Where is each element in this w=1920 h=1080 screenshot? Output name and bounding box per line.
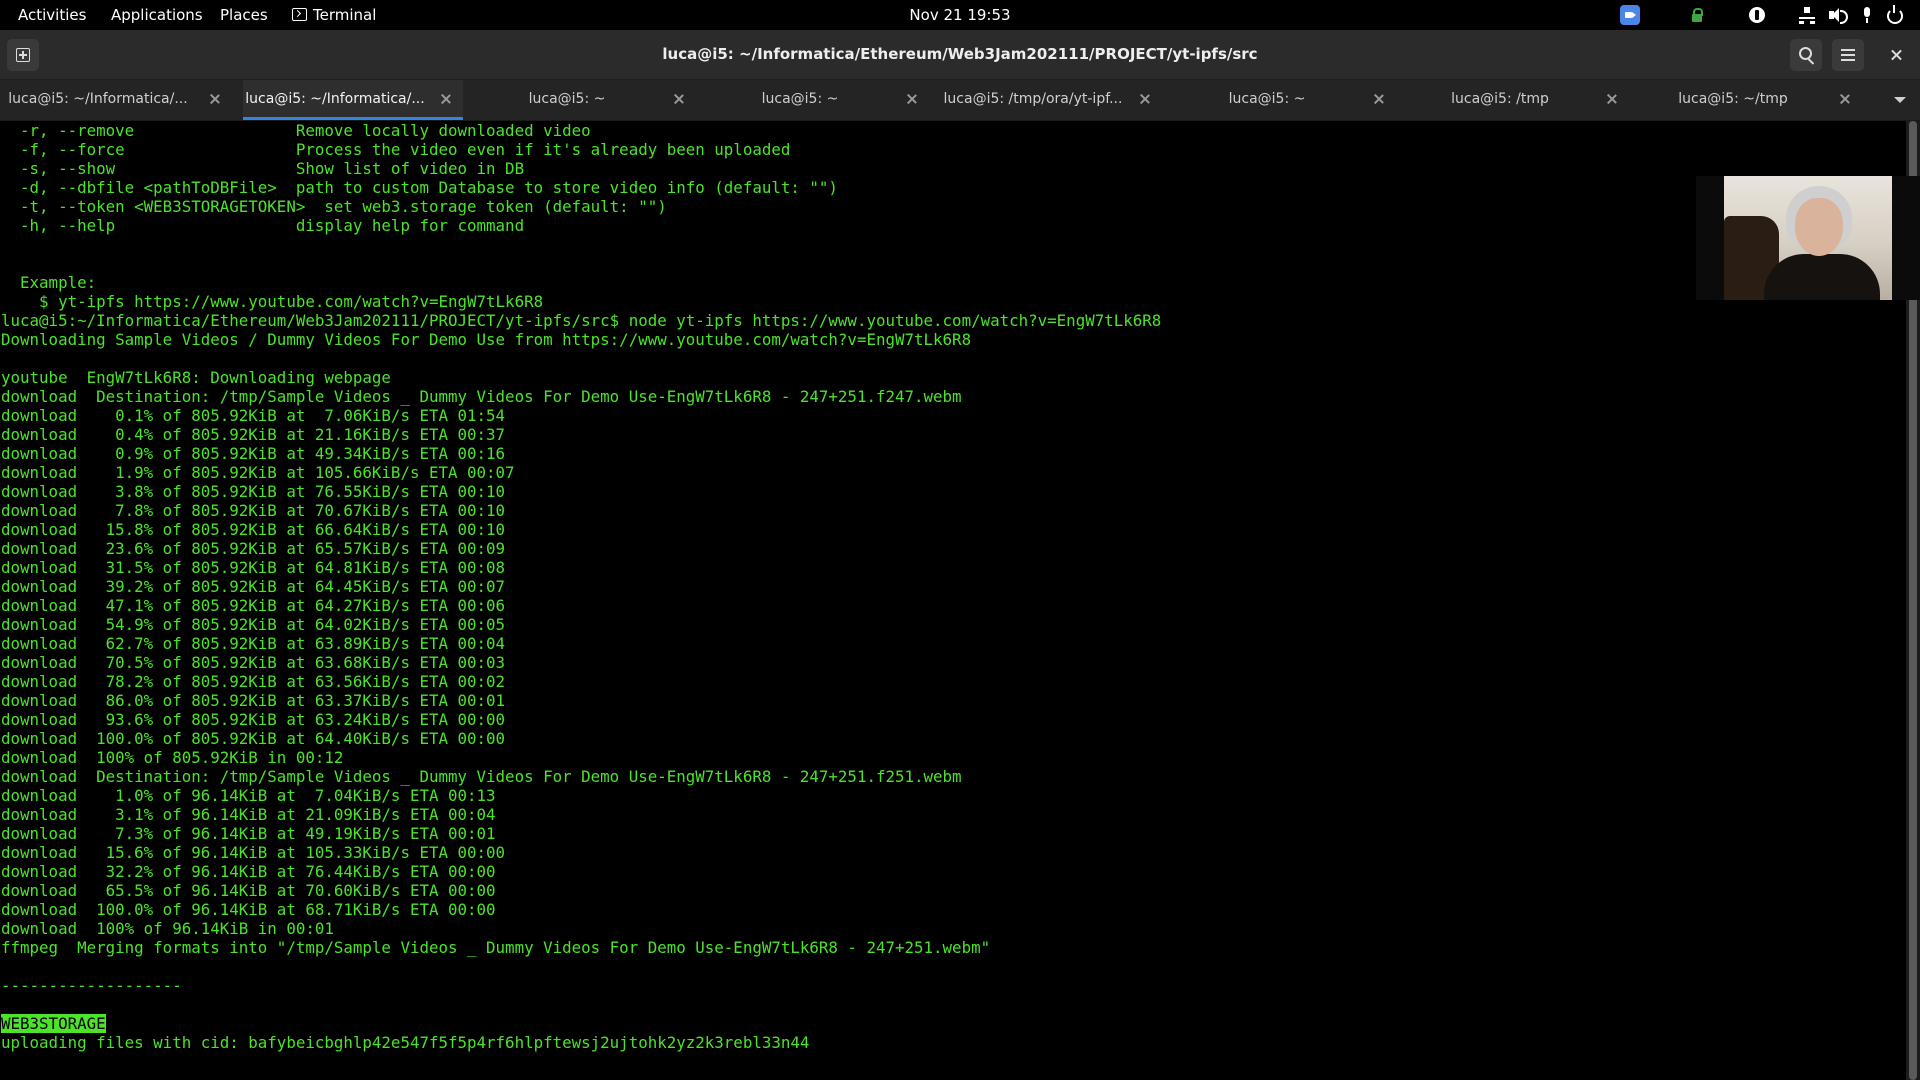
terminal-line: ffmpeg Merging formats into "/tmp/Sample… (1, 938, 991, 957)
terminal-line: download 0.9% of 805.92KiB at 49.34KiB/s… (1, 444, 506, 463)
close-window-button[interactable] (1880, 39, 1912, 71)
terminal-lines: -r, --remove Remove locally downloaded v… (1, 121, 1161, 1052)
terminal-line: download 100.0% of 96.14KiB at 68.71KiB/… (1, 900, 496, 919)
tabs-overflow-button[interactable] (1888, 88, 1912, 112)
terminal-line: download 39.2% of 805.92KiB at 64.45KiB/… (1, 577, 506, 596)
window-title: luca@i5: ~/Informatica/Ethereum/Web3Jam2… (662, 45, 1258, 63)
terminal-line: download 93.6% of 805.92KiB at 63.24KiB/… (1, 710, 506, 729)
terminal-line: download 7.3% of 96.14KiB at 49.19KiB/s … (1, 824, 496, 843)
tab-6[interactable]: luca@i5: ~ (1174, 80, 1396, 120)
menu-button[interactable] (1832, 39, 1864, 71)
terminal-line: -d, --dbfile <pathToDBFile> path to cust… (1, 178, 838, 197)
terminal-line: download 47.1% of 805.92KiB at 64.27KiB/… (1, 596, 506, 615)
tab-label: luca@i5: /tmp (1451, 91, 1549, 107)
terminal-line: -f, --force Process the video even if it… (1, 140, 791, 159)
terminal-line: download 62.7% of 805.92KiB at 63.89KiB/… (1, 634, 506, 653)
terminal-line: download 100% of 96.14KiB in 00:01 (1, 919, 334, 938)
terminal-line: Example: (1, 273, 97, 292)
power-icon[interactable] (1887, 5, 1903, 24)
tab-close-icon[interactable] (439, 92, 453, 106)
tab-close-icon[interactable] (672, 92, 686, 106)
tab-1[interactable]: luca@i5: ~/Informatica/... (0, 80, 232, 120)
terminal-line: -s, --show Show list of video in DB (1, 159, 525, 178)
search-icon (1799, 47, 1812, 60)
terminal-line: youtube EngW7tLk6R8: Downloading webpage (1, 368, 391, 387)
tab-close-icon[interactable] (1138, 92, 1152, 106)
terminal-line: -t, --token <WEB3STORAGETOKEN> set web3.… (1, 197, 667, 216)
webcam-video (1724, 176, 1892, 300)
tab-7[interactable]: luca@i5: /tmp (1407, 80, 1629, 120)
terminal-line: luca@i5:~/Informatica/Ethereum/Web3Jam20… (1, 311, 1162, 330)
tab-2[interactable]: luca@i5: ~/Informatica/... (243, 80, 463, 120)
terminal-line: download 86.0% of 805.92KiB at 63.37KiB/… (1, 691, 506, 710)
tab-close-icon[interactable] (208, 92, 222, 106)
terminal-header-bar: luca@i5: ~/Informatica/Ethereum/Web3Jam2… (0, 30, 1920, 80)
tab-label: luca@i5: ~/Informatica/... (245, 91, 425, 107)
tab-label: luca@i5: ~/Informatica/... (8, 91, 188, 107)
gnome-top-bar: Activities Applications Places Terminal … (0, 0, 1920, 30)
tab-label: luca@i5: ~/tmp (1678, 91, 1788, 107)
terminal-line: download 31.5% of 805.92KiB at 64.81KiB/… (1, 558, 506, 577)
terminal-line: -r, --remove Remove locally downloaded v… (1, 121, 591, 140)
terminal-line: uploading files with cid: bafybeicbghlp4… (1, 1033, 810, 1052)
terminal-line: download 3.1% of 96.14KiB at 21.09KiB/s … (1, 805, 496, 824)
tab-5[interactable]: luca@i5: /tmp/ora/yt-ipf... (940, 80, 1162, 120)
accessibility-icon[interactable] (1749, 7, 1765, 23)
microphone-icon[interactable] (1859, 7, 1875, 23)
terminal-line: download 0.1% of 805.92KiB at 7.06KiB/s … (1, 406, 506, 425)
terminal-line: download 70.5% of 805.92KiB at 63.68KiB/… (1, 653, 506, 672)
terminal-line: download 65.5% of 96.14KiB at 70.60KiB/s… (1, 881, 496, 900)
tab-3[interactable]: luca@i5: ~ (474, 80, 696, 120)
tab-close-icon[interactable] (1605, 92, 1619, 106)
terminal-line: Downloading Sample Videos / Dummy Videos… (1, 330, 972, 349)
clock[interactable]: Nov 21 19:53 (909, 6, 1010, 24)
terminal-line: download Destination: /tmp/Sample Videos… (1, 387, 962, 406)
tab-close-icon[interactable] (905, 92, 919, 106)
tab-bar: luca@i5: ~/Informatica/... luca@i5: ~/In… (0, 80, 1920, 121)
terminal-line: download Destination: /tmp/Sample Videos… (1, 767, 962, 786)
terminal-line: download 32.2% of 96.14KiB at 76.44KiB/s… (1, 862, 496, 881)
tab-close-icon[interactable] (1838, 92, 1852, 106)
tab-8[interactable]: luca@i5: ~/tmp (1640, 80, 1862, 120)
terminal-line: download 1.9% of 805.92KiB at 105.66KiB/… (1, 463, 515, 482)
lock-icon[interactable] (1689, 7, 1705, 23)
terminal-line: -h, --help display help for command (1, 216, 525, 235)
new-tab-icon (16, 48, 30, 62)
terminal-line: $ yt-ipfs https://www.youtube.com/watch?… (1, 292, 544, 311)
tab-4[interactable]: luca@i5: ~ (707, 80, 929, 120)
terminal-line: download 78.2% of 805.92KiB at 63.56KiB/… (1, 672, 506, 691)
webcam-overlay (1696, 176, 1920, 300)
network-icon[interactable] (1799, 7, 1815, 24)
tab-close-icon[interactable] (1372, 92, 1386, 106)
terminal-line: download 100% of 805.92KiB in 00:12 (1, 748, 344, 767)
terminal-line: download 15.6% of 96.14KiB at 105.33KiB/… (1, 843, 506, 862)
terminal-line: download 23.6% of 805.92KiB at 65.57KiB/… (1, 539, 506, 558)
new-tab-button[interactable] (7, 39, 39, 71)
zoom-icon[interactable] (1620, 5, 1640, 25)
tab-label: luca@i5: ~ (528, 91, 606, 107)
search-button[interactable] (1790, 39, 1822, 71)
terminal-line: download 7.8% of 805.92KiB at 70.67KiB/s… (1, 501, 506, 520)
terminal-line: WEB3STORAGE (1, 1014, 1161, 1033)
tab-label: luca@i5: ~ (761, 91, 839, 107)
terminal-line: ------------------- (1, 976, 182, 995)
terminal-line: download 1.0% of 96.14KiB at 7.04KiB/s E… (1, 786, 496, 805)
volume-icon[interactable] (1829, 7, 1848, 24)
terminal-line: download 100.0% of 805.92KiB at 64.40KiB… (1, 729, 506, 748)
terminal-line: download 54.9% of 805.92KiB at 64.02KiB/… (1, 615, 506, 634)
tab-label: luca@i5: /tmp/ora/yt-ipf... (943, 91, 1123, 107)
selected-text[interactable]: WEB3STORAGE (1, 1014, 106, 1033)
terminal-output[interactable]: -r, --remove Remove locally downloaded v… (0, 121, 1905, 1080)
terminal-line: download 3.8% of 805.92KiB at 76.55KiB/s… (1, 482, 506, 501)
terminal-line: download 15.8% of 805.92KiB at 66.64KiB/… (1, 520, 506, 539)
tab-label: luca@i5: ~ (1228, 91, 1306, 107)
terminal-line: download 0.4% of 805.92KiB at 21.16KiB/s… (1, 425, 506, 444)
